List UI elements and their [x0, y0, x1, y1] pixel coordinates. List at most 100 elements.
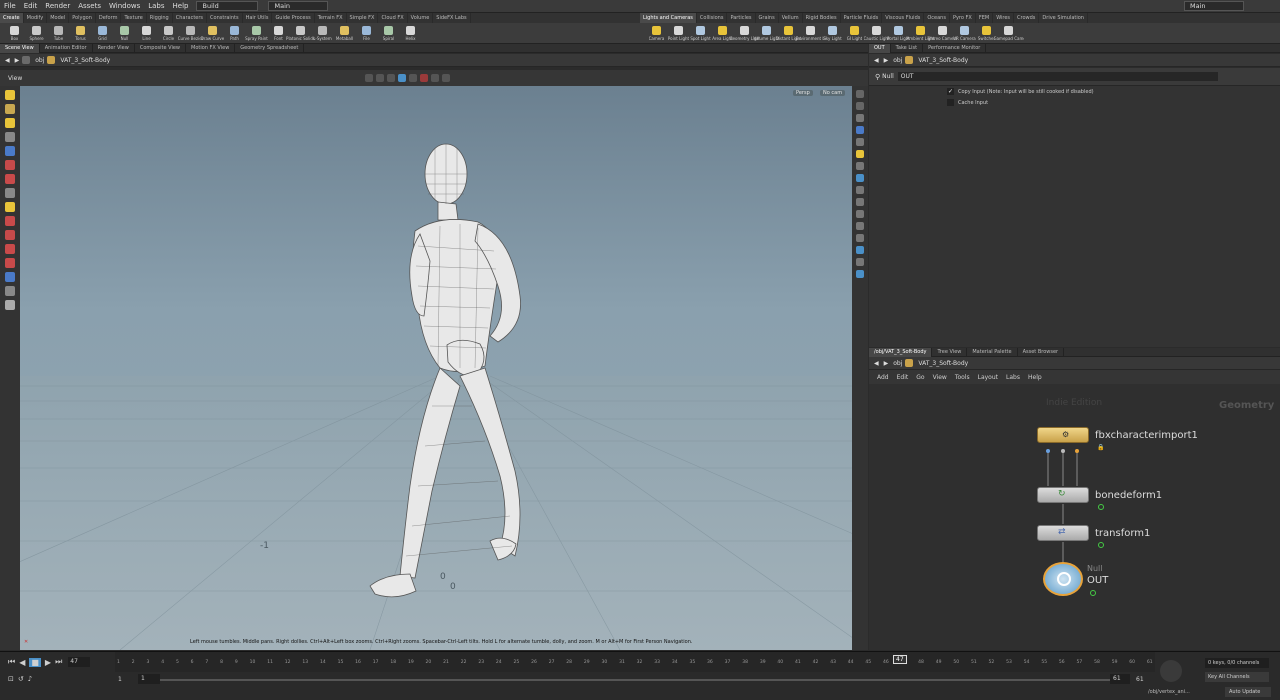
shelf-tool[interactable]: Draw Curve — [201, 25, 224, 41]
frame-icon[interactable] — [5, 300, 15, 310]
shelf-tool[interactable]: Spot Light — [690, 25, 711, 41]
shelf-tab[interactable]: Create — [0, 13, 24, 23]
shelf-tool[interactable]: Box — [4, 25, 25, 41]
shelf-tab[interactable]: Viscous Fluids — [882, 13, 925, 23]
uv-icon[interactable] — [856, 198, 864, 206]
shelf-tool[interactable]: Grid — [92, 25, 113, 41]
paint-tool-icon[interactable] — [5, 174, 15, 184]
shelf-tab[interactable]: Drive Simulation — [1039, 13, 1088, 23]
shelf-tool[interactable]: Metaball — [334, 25, 355, 41]
shelf-tool[interactable]: Spray Paint — [245, 25, 268, 41]
persp-menu[interactable]: Persp — [793, 90, 813, 96]
node-name-field[interactable]: OUT — [897, 72, 1218, 81]
range-slider[interactable] — [160, 679, 1110, 681]
ghost-other-icon[interactable] — [856, 102, 864, 110]
shelf-tool[interactable]: Helix — [400, 25, 421, 41]
shelf-tool[interactable]: Sky Light — [822, 25, 843, 41]
move-tool-icon[interactable] — [5, 104, 15, 114]
prim-icon[interactable] — [856, 186, 864, 194]
shelf-tool[interactable]: Circle — [158, 25, 179, 41]
shelf-tab[interactable]: Rigid Bodies — [803, 13, 841, 23]
menu-labs[interactable]: Labs — [144, 0, 168, 13]
snap-prim-icon[interactable] — [5, 230, 15, 240]
select-tool-icon[interactable] — [5, 90, 15, 100]
tab-render-view[interactable]: Render View — [93, 43, 135, 53]
shelf-tool[interactable]: Geometry Light — [730, 25, 760, 41]
normal-icon[interactable] — [856, 174, 864, 182]
menu-help[interactable]: Help — [169, 0, 193, 13]
bg-icon[interactable] — [856, 138, 864, 146]
brush-tool-icon[interactable] — [5, 160, 15, 170]
shelf-tab[interactable]: Deform — [96, 13, 122, 23]
handle-icon[interactable] — [387, 74, 396, 82]
range-start-field[interactable]: 1 — [138, 674, 160, 684]
shelf-tab[interactable]: Modify — [24, 13, 48, 23]
display-options-icon[interactable] — [856, 90, 864, 98]
param-forward-icon[interactable]: ▶ — [884, 57, 889, 64]
shelf-tab[interactable]: Wires — [993, 13, 1015, 23]
frame-ruler[interactable]: 1 2 3 4 5 6 7 8 9 10 11 12 13 14 15 16 17 18 19 20 21 22 23 24 2… — [115, 652, 1155, 672]
shelf-tab[interactable]: Guide Process — [272, 13, 315, 23]
frustum-icon[interactable] — [856, 246, 864, 254]
param-path-node[interactable]: VAT_3_Soft-Body — [918, 57, 968, 64]
shelf-tool[interactable]: L-System — [312, 25, 333, 41]
shade-icon[interactable] — [856, 114, 864, 122]
tab-animation-editor[interactable]: Animation Editor — [40, 43, 93, 53]
camera-menu[interactable]: No cam — [820, 90, 846, 96]
shelf-tool[interactable]: Stereo Camera — [928, 25, 958, 41]
current-frame-field[interactable]: 47 — [68, 657, 91, 667]
shelf-tab[interactable]: Simple FX — [347, 13, 379, 23]
forward-arrow-icon[interactable]: ▶ — [15, 57, 20, 64]
shelf-tool[interactable]: File — [356, 25, 377, 41]
tab-geometry-spreadsheet[interactable]: Geometry Spreadsheet — [235, 43, 305, 53]
playhead-frame-marker[interactable]: 47 — [893, 655, 907, 664]
shelf-tab[interactable]: Oceans — [924, 13, 950, 23]
shelf-tool[interactable]: Sphere — [26, 25, 47, 41]
shelf-tab[interactable]: Polygon — [69, 13, 96, 23]
shelf-tool[interactable]: Platonic Solids — [286, 25, 315, 41]
tab-performance-monitor[interactable]: Performance Monitor — [923, 43, 987, 53]
node-bonedeform[interactable]: ↻ — [1037, 487, 1089, 503]
prev-frame-icon[interactable]: ◀ — [19, 658, 25, 667]
shelf-tool[interactable]: Environment Light — [796, 25, 826, 41]
stop-icon[interactable]: ■ — [29, 657, 41, 667]
shelf-tab[interactable]: Texture — [121, 13, 147, 23]
play-icon[interactable]: ▶ — [45, 658, 51, 667]
node-fbxcharacterimport[interactable]: ⚙ — [1037, 427, 1089, 443]
shelf-tab[interactable]: Lights and Cameras — [640, 13, 697, 23]
node-label-fbxcharacterimport[interactable]: fbxcharacterimport1 — [1095, 430, 1198, 441]
node-label-transform[interactable]: transform1 — [1095, 528, 1150, 539]
view-tool-icon[interactable] — [5, 188, 15, 198]
menu-assets[interactable]: Assets — [74, 0, 105, 13]
snap-point-icon[interactable] — [5, 244, 15, 254]
snap-grid-icon[interactable] — [5, 216, 15, 226]
shelf-tool[interactable]: Gamepad Camera — [994, 25, 1024, 41]
shelf-tool[interactable]: Tube — [48, 25, 69, 41]
node-label-bonedeform[interactable]: bonedeform1 — [1095, 490, 1162, 501]
shelf-tool[interactable]: Camera — [646, 25, 667, 41]
shelf-tab[interactable]: Grains — [756, 13, 779, 23]
last-frame-icon[interactable]: ⏭ — [55, 657, 62, 667]
edge-icon[interactable] — [856, 222, 864, 230]
menu-windows[interactable]: Windows — [105, 0, 144, 13]
shelf-tool[interactable]: Point Light — [668, 25, 689, 41]
tab-out[interactable]: OUT — [869, 43, 891, 53]
magnet-icon[interactable] — [5, 258, 15, 268]
template-icon[interactable] — [856, 258, 864, 266]
shelf-tab[interactable]: Hair Utils — [243, 13, 273, 23]
node-transform[interactable]: ⇄ — [1037, 525, 1089, 541]
menu-edit[interactable]: Edit — [20, 0, 42, 13]
cache-input-checkbox[interactable] — [947, 99, 954, 106]
shelf-tool[interactable]: Volume Light — [753, 25, 780, 41]
sticky-icon[interactable] — [5, 286, 15, 296]
menu-file[interactable]: File — [0, 0, 20, 13]
guide-icon[interactable] — [856, 270, 864, 278]
scope-icon[interactable] — [5, 272, 15, 282]
shelf-tab[interactable]: Crowds — [1014, 13, 1040, 23]
back-arrow-icon[interactable]: ◀ — [5, 57, 10, 64]
realtime-icon[interactable]: ⊡ — [8, 675, 14, 683]
path-node[interactable]: VAT_3_Soft-Body — [60, 57, 110, 64]
shelf-tab[interactable]: Vellum — [779, 13, 803, 23]
shelf-tab[interactable]: SideFX Labs — [433, 13, 471, 23]
param-search-icon[interactable]: ⚲ — [875, 73, 880, 81]
